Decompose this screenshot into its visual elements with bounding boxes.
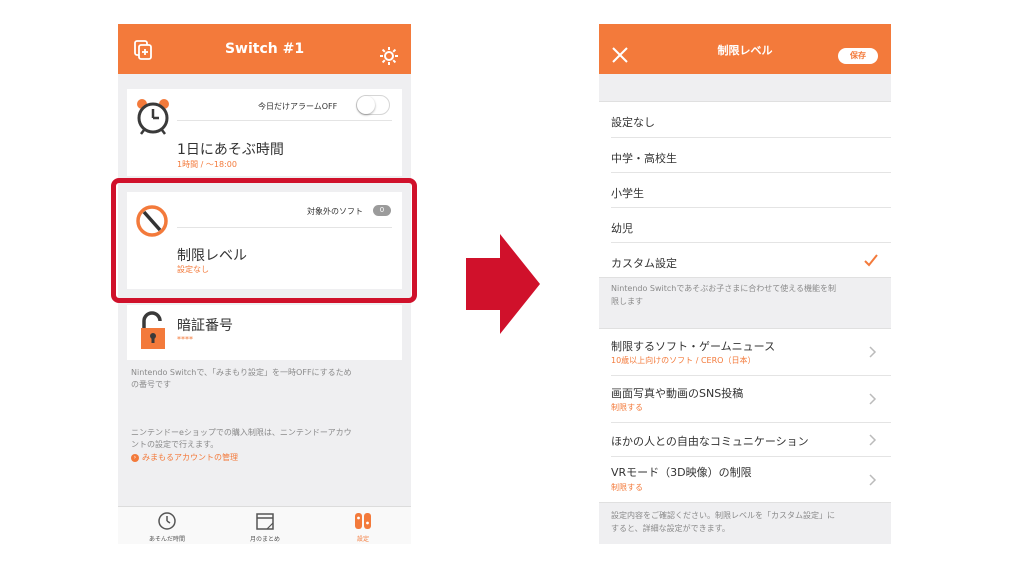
- item-communication[interactable]: ほかの人との自由なコミュニケーション: [611, 422, 891, 456]
- option-none[interactable]: 設定なし: [599, 102, 891, 137]
- checkmark-icon: [864, 254, 878, 267]
- tab-bar: あそんだ時間 月のまとめ 設定: [118, 506, 411, 544]
- item-vr-mode[interactable]: VRモード（3D映像）の制限 制限する: [611, 456, 891, 502]
- tab-monthly-summary-label: 月のまとめ: [249, 536, 280, 543]
- tab-monthly-summary[interactable]: 月のまとめ: [216, 507, 314, 544]
- alarm-clock-icon: [137, 99, 169, 135]
- option-label: カスタム設定: [611, 257, 677, 270]
- options-note: Nintendo Switchであそぶお子さまに合わせて使える機能を制 限します: [611, 284, 837, 306]
- pin-value: ****: [177, 335, 193, 344]
- left-header: Switch #1: [118, 24, 411, 74]
- tab-playtime-label: あそんだ時間: [148, 536, 185, 543]
- item-title: 画面写真や動画のSNS投稿: [611, 387, 744, 400]
- account-management-link[interactable]: › みまもるアカウントの管理: [131, 452, 238, 463]
- item-value: 制限する: [611, 483, 643, 492]
- restriction-level-options: 設定なし 中学・高校生 小学生 幼児 カスタム設定: [599, 101, 891, 278]
- pin-card[interactable]: 暗証番号 ****: [127, 305, 402, 360]
- item-value: 制限する: [611, 403, 643, 412]
- right-header: 制限レベル 保存: [599, 24, 891, 74]
- save-button[interactable]: 保存: [838, 48, 878, 64]
- option-young-child[interactable]: 幼児: [611, 207, 891, 242]
- playtime-value: 1時間 / 〜18:00: [177, 160, 237, 169]
- eshop-note: ニンテンドーeショップでの購入制限は、ニンテンドーアカウ ントの設定で行えます。: [131, 428, 352, 449]
- bottom-note: 設定内容をご確認ください。制限レベルを「カスタム設定」に すると、詳細な設定がで…: [611, 511, 835, 533]
- item-sns-posting[interactable]: 画面写真や動画のSNS投稿 制限する: [611, 375, 891, 422]
- arrow-right-icon: [466, 234, 540, 334]
- item-title: VRモード（3D映像）の制限: [611, 466, 752, 479]
- option-teen[interactable]: 中学・高校生: [611, 137, 891, 172]
- pin-note: Nintendo Switchで、「みまもり設定」を一時OFFにするため の番号…: [131, 368, 352, 389]
- chevron-right-icon: [869, 346, 877, 358]
- padlock-icon: [141, 311, 165, 349]
- switch-console-icon: [355, 513, 371, 529]
- calendar-icon: [256, 513, 274, 530]
- gear-icon[interactable]: [378, 45, 400, 67]
- chevron-right-icon: [869, 434, 877, 446]
- highlight-frame: [111, 178, 417, 303]
- option-label: 設定なし: [611, 116, 655, 129]
- alarm-card[interactable]: 今日だけアラームOFF 1日にあそぶ時間 1時間 / 〜18:00: [127, 89, 402, 176]
- pin-title: 暗証番号: [177, 318, 233, 334]
- tab-settings-label: 設定: [356, 536, 369, 543]
- playtime-title: 1日にあそぶ時間: [177, 142, 284, 158]
- alarm-off-label: 今日だけアラームOFF: [258, 102, 338, 111]
- option-custom[interactable]: カスタム設定: [611, 242, 891, 277]
- item-title: 制限するソフト・ゲームニュース: [611, 340, 776, 353]
- toggle-knob: [357, 96, 375, 114]
- divider: [177, 120, 392, 121]
- item-value: 10歳以上向けのソフト / CERO（日本）: [611, 356, 756, 365]
- chevron-right-icon: [869, 474, 877, 486]
- custom-settings-list: 制限するソフト・ゲームニュース 10歳以上向けのソフト / CERO（日本） 画…: [599, 328, 891, 503]
- option-label: 中学・高校生: [611, 152, 677, 165]
- clock-icon: [158, 512, 176, 530]
- tab-settings[interactable]: 設定: [314, 507, 411, 544]
- item-software-restriction[interactable]: 制限するソフト・ゲームニュース 10歳以上向けのソフト / CERO（日本）: [611, 329, 891, 375]
- right-phone-screen: 制限レベル 保存 設定なし 中学・高校生 小学生 幼児 カスタム設定 Ninte…: [599, 24, 891, 544]
- left-header-title: Switch #1: [224, 41, 305, 57]
- chevron-right-icon: ›: [131, 453, 139, 462]
- option-child[interactable]: 小学生: [611, 172, 891, 207]
- option-label: 小学生: [611, 187, 644, 200]
- chevron-right-icon: [869, 393, 877, 405]
- alarm-off-toggle[interactable]: [356, 95, 390, 115]
- option-label: 幼児: [611, 222, 633, 235]
- item-title: ほかの人との自由なコミュニケーション: [611, 435, 809, 448]
- tab-playtime[interactable]: あそんだ時間: [118, 507, 216, 544]
